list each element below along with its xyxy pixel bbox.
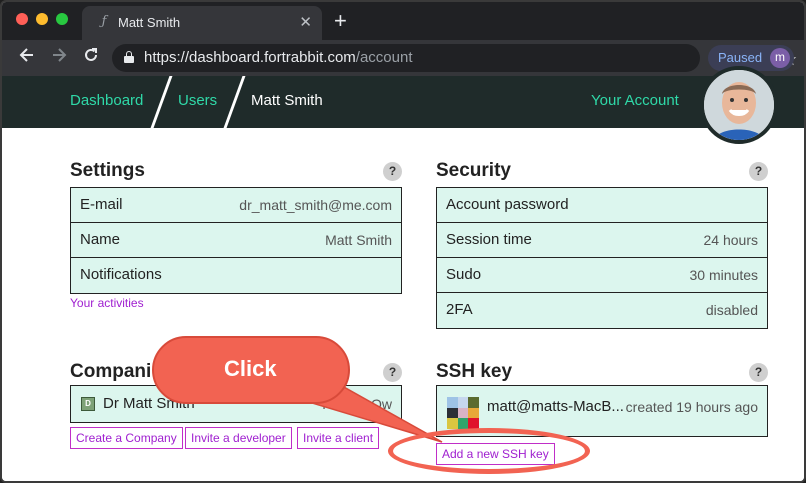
browser-window: ƒ Matt Smith ✕ + https://dashboard.fortr… bbox=[0, 0, 806, 483]
callout-text: Click bbox=[224, 356, 277, 381]
highlight-ellipse bbox=[388, 428, 590, 474]
callout-pointer bbox=[299, 385, 443, 443]
